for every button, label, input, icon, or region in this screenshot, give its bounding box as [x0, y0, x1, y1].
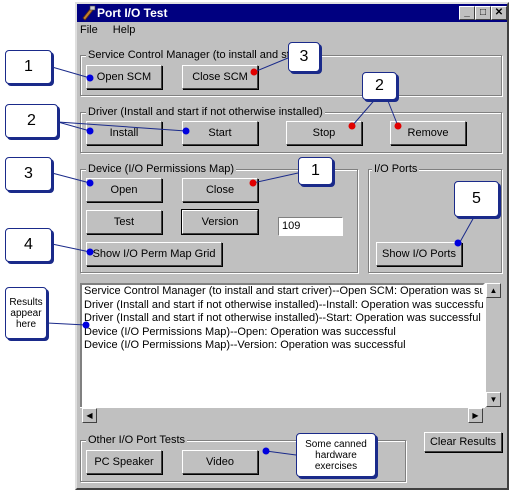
version-value-field[interactable]: 109: [278, 217, 343, 236]
stop-button[interactable]: Stop: [286, 121, 362, 145]
menu-bar: File Help: [80, 24, 147, 40]
callout-5: 5: [454, 181, 499, 217]
title-bar[interactable]: Port I/O Test _ □ ✕: [77, 4, 507, 22]
install-button[interactable]: Install: [86, 121, 162, 145]
clear-results-button[interactable]: Clear Results: [424, 432, 502, 452]
horizontal-scrollbar[interactable]: ◀ ▶: [80, 407, 485, 423]
scroll-down-icon[interactable]: ▼: [486, 392, 501, 407]
app-icon: [82, 5, 96, 21]
callout-2: 2: [362, 72, 397, 100]
minimize-icon[interactable]: _: [459, 6, 475, 20]
version-button[interactable]: Version: [181, 209, 259, 235]
result-line: Device (I/O Permissions Map)--Open: Oper…: [84, 325, 396, 338]
result-line: Device (I/O Permissions Map)--Version: O…: [84, 339, 406, 351]
other-tests-group-label: Other I/O Port Tests: [86, 434, 187, 446]
show-perm-map-grid-button[interactable]: Show I/O Perm Map Grid: [86, 242, 222, 266]
open-scm-button[interactable]: Open SCM: [86, 65, 162, 89]
io-ports-group-label: I/O Ports: [372, 163, 420, 175]
scroll-right-icon[interactable]: ▶: [468, 408, 483, 423]
device-open-button[interactable]: Open: [86, 178, 162, 202]
callout-4: 4: [5, 228, 52, 262]
scroll-left-icon[interactable]: ◀: [82, 408, 97, 423]
menu-file[interactable]: File: [80, 24, 98, 36]
test-button[interactable]: Test: [86, 210, 162, 234]
close-scm-button[interactable]: Close SCM: [182, 65, 258, 89]
scm-group-label: Service Control Manager (to install and …: [86, 49, 292, 61]
callout-3: 3: [5, 157, 52, 191]
driver-group-label: Driver (Install and start if not otherwi…: [86, 106, 325, 118]
callout-1: 1: [298, 157, 333, 185]
scroll-up-icon[interactable]: ▲: [486, 283, 501, 298]
pc-speaker-button[interactable]: PC Speaker: [86, 450, 162, 474]
start-button[interactable]: Start: [182, 121, 258, 145]
results-note-callout: Results appear here: [5, 287, 47, 339]
device-group-label: Device (I/O Permissions Map): [86, 163, 237, 175]
maximize-icon[interactable]: □: [475, 6, 491, 20]
callout-3: 3: [288, 42, 320, 72]
callout-1: 1: [5, 50, 52, 84]
results-list[interactable]: Service Control Manager (to install and …: [80, 283, 485, 423]
result-line: Driver (Install and start if not otherwi…: [84, 312, 481, 324]
device-close-button[interactable]: Close: [182, 178, 258, 202]
result-line: Service Control Manager (to install and …: [84, 285, 485, 297]
window-title: Port I/O Test: [97, 6, 168, 20]
video-button[interactable]: Video: [182, 450, 258, 474]
result-line: Driver (Install and start if not otherwi…: [84, 298, 485, 311]
close-icon[interactable]: ✕: [491, 6, 507, 20]
canned-note-callout: Some canned hardware exercises: [296, 433, 376, 477]
callout-2: 2: [5, 104, 58, 138]
vertical-scrollbar[interactable]: ▲ ▼: [485, 283, 501, 407]
show-io-ports-button[interactable]: Show I/O Ports: [376, 242, 462, 266]
remove-button[interactable]: Remove: [390, 121, 466, 145]
menu-help[interactable]: Help: [113, 24, 136, 36]
